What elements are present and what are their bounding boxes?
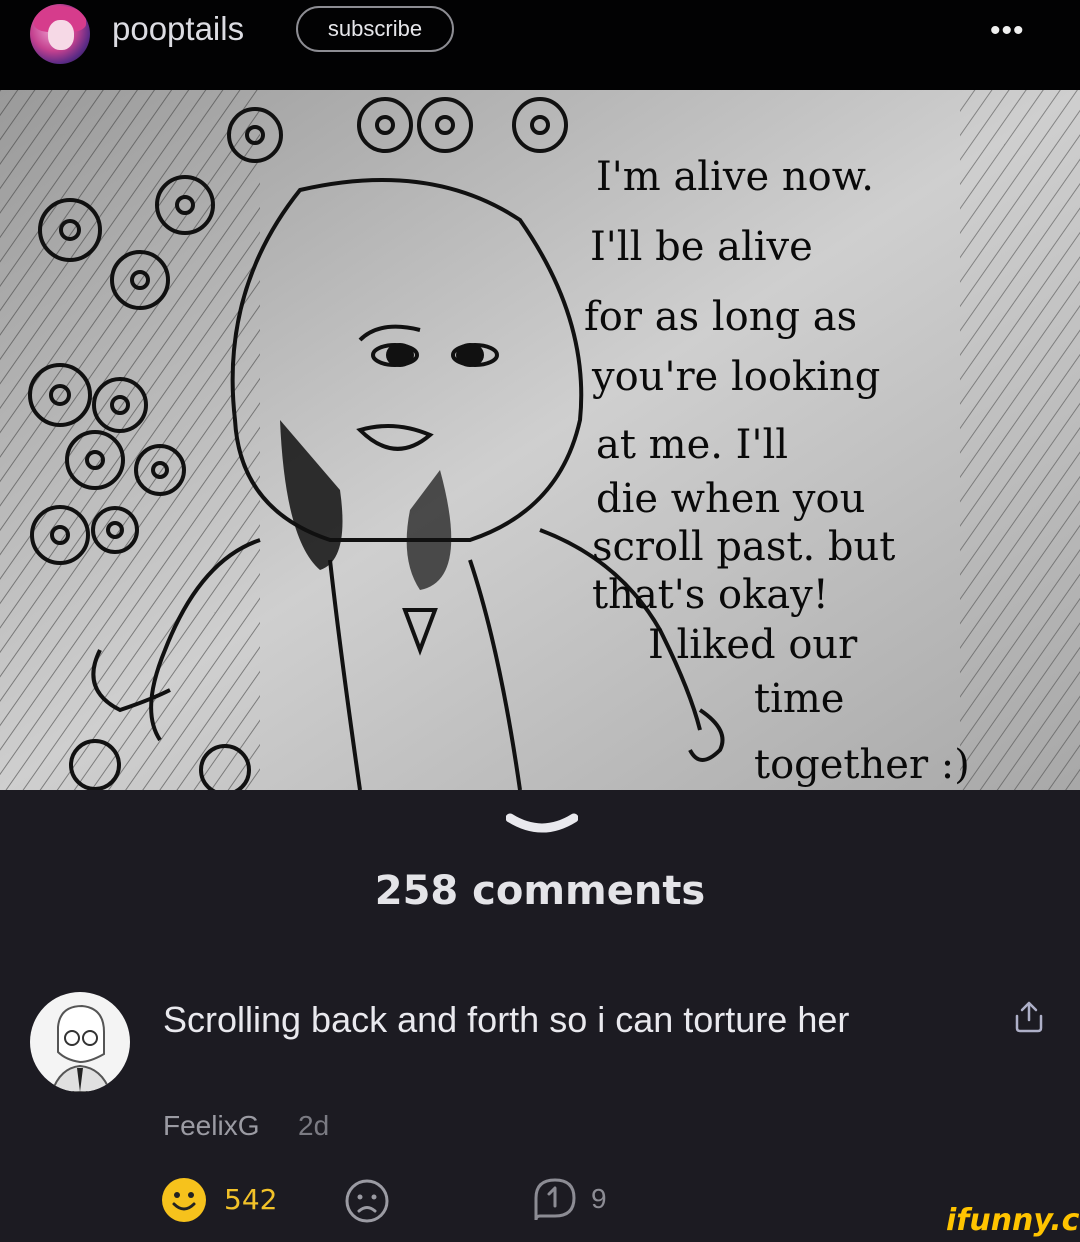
like-count: 542 <box>224 1183 278 1216</box>
watermark: ifunny.co <box>946 1203 1080 1238</box>
unsmile-icon[interactable] <box>344 1178 390 1229</box>
subscribe-button[interactable]: subscribe <box>296 6 454 52</box>
reply-count: 9 <box>591 1183 607 1214</box>
drawing-text-line: I'll be alive <box>590 224 813 270</box>
comments-count: 258 comments <box>374 868 706 914</box>
smile-icon[interactable] <box>162 1178 206 1222</box>
more-options-icon[interactable]: ••• <box>990 14 1025 48</box>
top-bar: pooptails subscribe ••• <box>0 0 1080 90</box>
drawing-text-line: die when you <box>596 476 865 522</box>
drawing-text-line: at me. I'll <box>596 422 788 468</box>
post-image[interactable]: I'm alive now. I'll be alive for as long… <box>0 90 1080 790</box>
share-icon[interactable] <box>1012 1000 1046 1039</box>
drawing-text-line: time <box>754 676 844 722</box>
author-avatar[interactable] <box>30 4 90 64</box>
drawing-illustration: I'm alive now. I'll be alive for as long… <box>0 90 1080 790</box>
comment-author[interactable]: FeelixG <box>163 1110 259 1142</box>
drawing-text-line: I'm alive now. <box>596 154 874 200</box>
reply-icon[interactable] <box>530 1176 580 1229</box>
drawing-text-line: for as long as <box>584 294 857 340</box>
drawing-text-line: you're looking <box>591 354 880 400</box>
collapse-chevron-icon[interactable] <box>505 812 579 845</box>
drawing-text-line: I liked our <box>648 622 858 668</box>
commenter-avatar[interactable] <box>30 992 130 1092</box>
author-username[interactable]: pooptails <box>112 10 244 48</box>
drawing-text-line: that's okay! <box>592 572 829 618</box>
drawing-text-line: scroll past. but <box>592 524 895 570</box>
comment-time: 2d <box>298 1110 330 1141</box>
drawing-text-line: together :) <box>754 742 970 788</box>
comment-text: Scrolling back and forth so i can tortur… <box>163 999 850 1040</box>
avatar-face <box>48 20 74 50</box>
